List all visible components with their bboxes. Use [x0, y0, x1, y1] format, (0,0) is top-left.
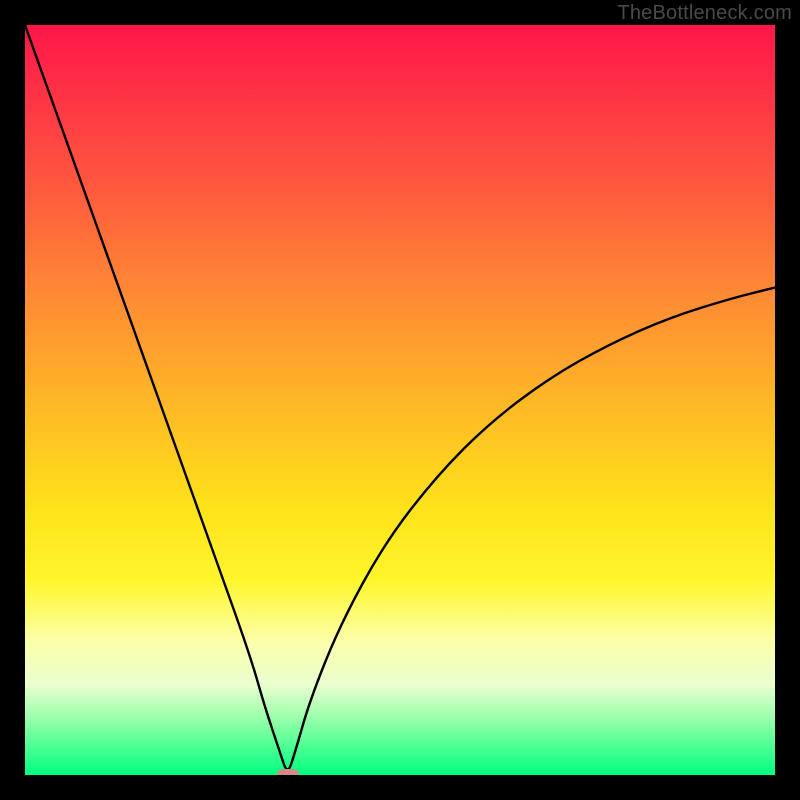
bottleneck-curve	[25, 25, 775, 769]
curve-svg	[25, 25, 775, 775]
chart-frame: TheBottleneck.com	[0, 0, 800, 800]
plot-area	[25, 25, 775, 775]
watermark-text: TheBottleneck.com	[617, 2, 792, 25]
minimum-marker	[277, 769, 299, 775]
